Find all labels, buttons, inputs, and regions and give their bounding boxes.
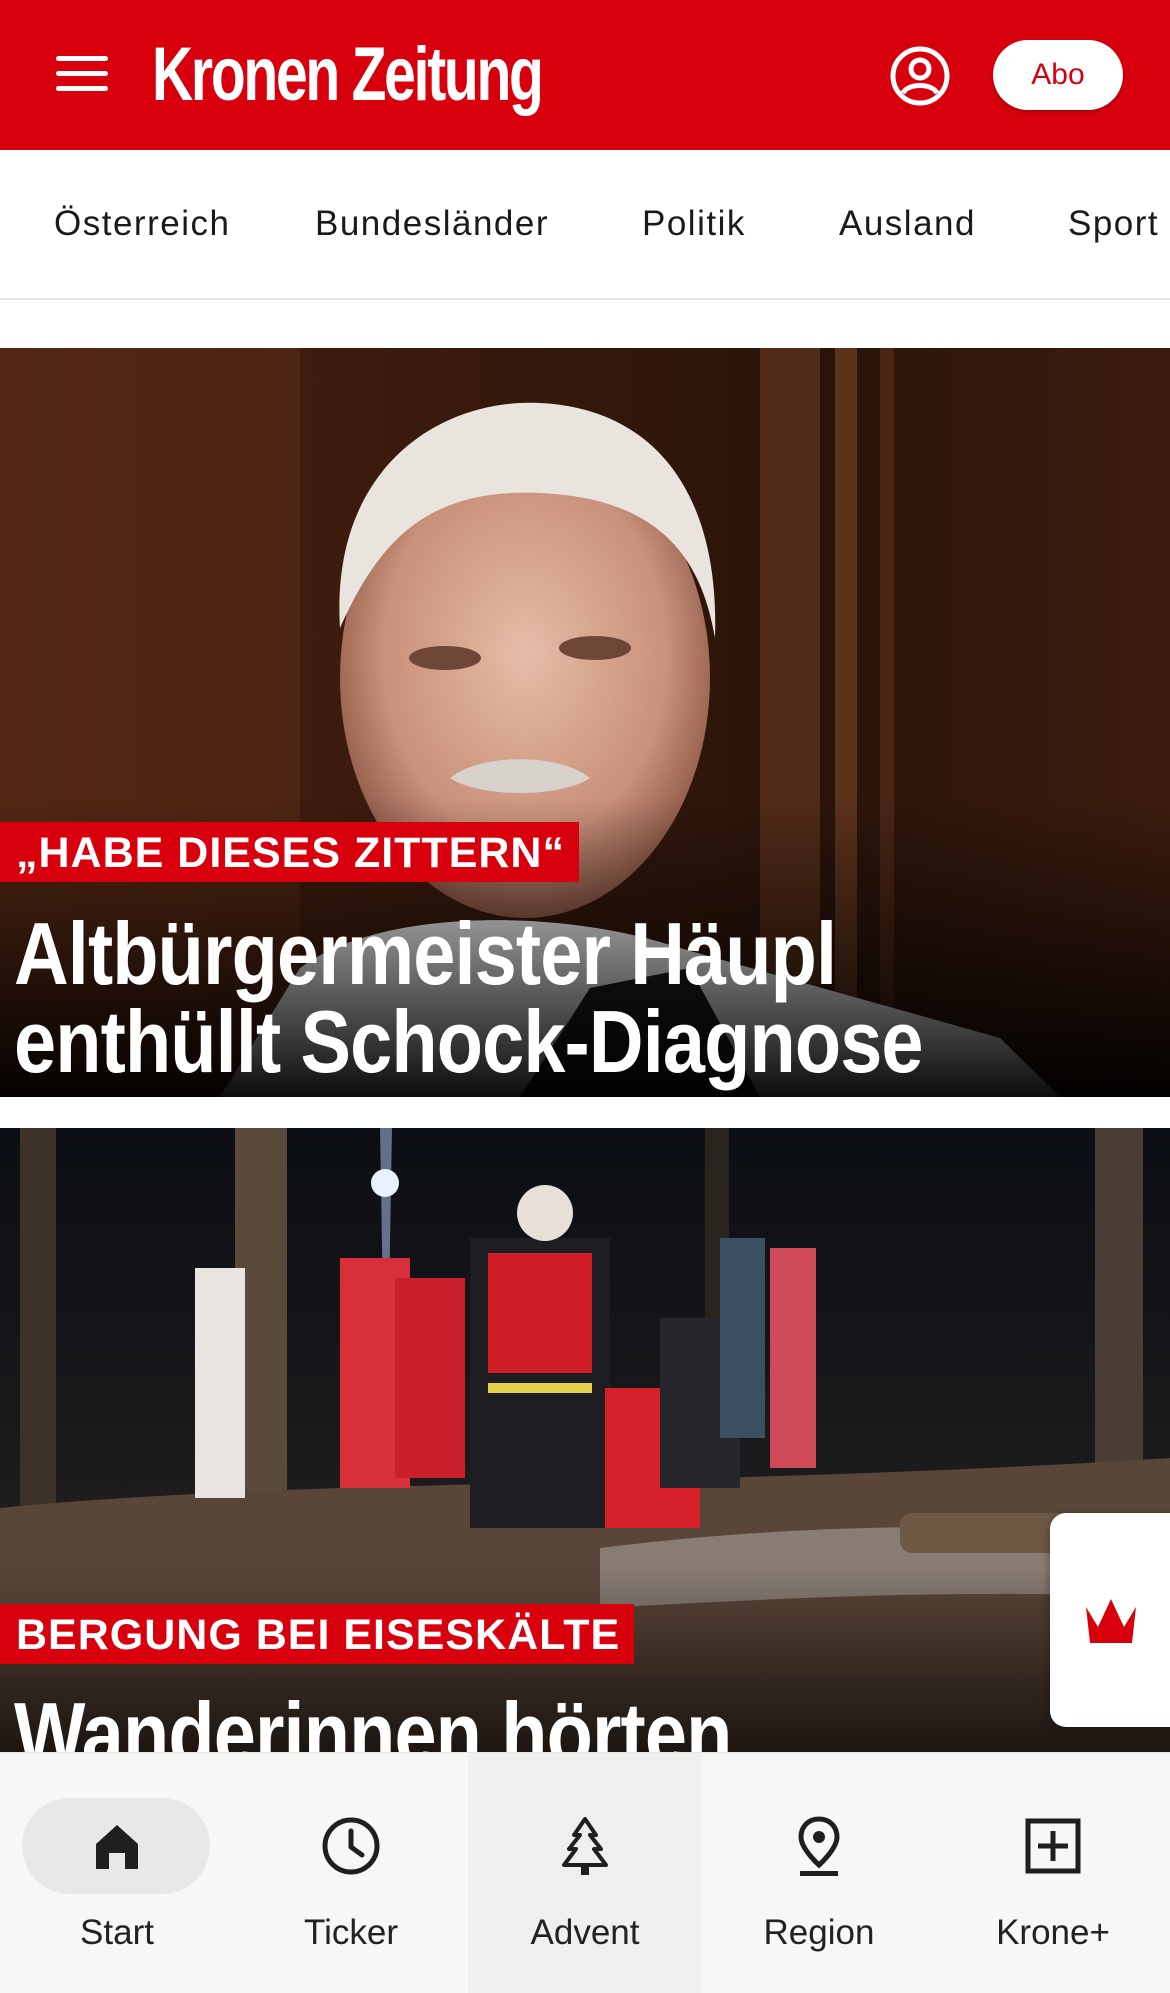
nav-region[interactable]: Region [702,1753,936,1993]
category-nav: Österreich Bundesländer Politik Ausland … [0,150,1170,300]
account-icon[interactable] [888,44,952,108]
category-politik[interactable]: Politik [642,150,746,298]
home-icon [82,1811,152,1881]
nav-advent[interactable]: Advent [468,1753,702,1993]
category-sport[interactable]: Sport [1068,150,1159,298]
article-headline-line1[interactable]: Wanderinnen hörten [14,1690,732,1753]
nav-label: Start [80,1913,154,1952]
category-ausland[interactable]: Ausland [839,150,976,298]
article-kicker: BERGUNG BEI EISESKÄLTE [0,1604,635,1664]
site-logo[interactable]: Kronen Zeitung [152,28,544,122]
hamburger-icon[interactable] [52,50,112,98]
category-bundeslaender[interactable]: Bundesländer [315,150,549,298]
location-pin-icon [784,1811,854,1881]
nav-label: Krone+ [996,1913,1110,1952]
bottom-navigation: Start Ticker Advent Region Krone+ [0,1752,1170,1993]
app-header: Kronen Zeitung Abo [0,0,1170,150]
article-headline-line1[interactable]: Altbürgermeister Häupl [14,910,837,998]
article-card[interactable]: BERGUNG BEI EISESKÄLTE Wanderinnen hörte… [0,1128,1170,1752]
nav-label: Advent [530,1913,640,1952]
abo-button[interactable]: Abo [993,40,1123,110]
nav-start[interactable]: Start [0,1753,234,1993]
nav-krone-plus[interactable]: Krone+ [936,1753,1170,1993]
tree-icon [550,1811,620,1881]
article-headline-line2[interactable]: enthüllt Schock-Diagnose [14,998,924,1086]
article-kicker: „HABE DIESES ZITTERN“ [0,822,579,882]
category-oesterreich[interactable]: Österreich [54,150,230,298]
nav-label: Region [763,1913,875,1952]
nav-ticker[interactable]: Ticker [234,1753,468,1993]
clock-icon [316,1811,386,1881]
nav-label: Ticker [304,1913,398,1952]
crown-icon [1086,1599,1136,1643]
krone-plus-floating-tab[interactable] [1050,1513,1170,1727]
plus-box-icon [1018,1811,1088,1881]
article-card[interactable]: „HABE DIESES ZITTERN“ Altbürgermeister H… [0,348,1170,1097]
